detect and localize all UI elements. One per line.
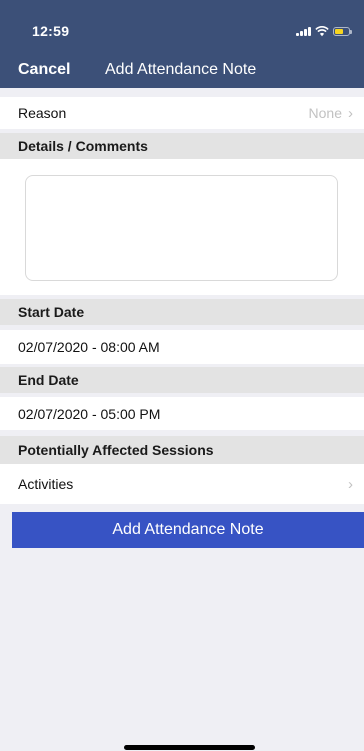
chevron-right-icon: › — [348, 104, 353, 122]
home-indicator — [124, 745, 255, 750]
start-date-header: Start Date — [0, 299, 364, 325]
signal-icon — [296, 26, 311, 36]
add-attendance-note-button[interactable]: Add Attendance Note — [12, 512, 364, 548]
end-date-value: 02/07/2020 - 05:00 PM — [18, 405, 161, 422]
start-date-row[interactable]: 02/07/2020 - 08:00 AM — [0, 330, 364, 364]
details-header: Details / Comments — [0, 133, 364, 159]
reason-row[interactable]: Reason None › — [0, 97, 364, 129]
cancel-button[interactable]: Cancel — [18, 61, 70, 79]
reason-value-text: None — [308, 105, 342, 121]
battery-icon — [333, 26, 352, 36]
activities-row[interactable]: Activities › — [0, 464, 364, 504]
end-date-row[interactable]: 02/07/2020 - 05:00 PM — [0, 397, 364, 430]
reason-label: Reason — [18, 105, 67, 121]
start-date-value: 02/07/2020 - 08:00 AM — [18, 339, 160, 355]
status-icons — [296, 24, 352, 38]
navigation-bar: 12:59 Cancel Add Attendance Note — [0, 0, 364, 88]
sessions-header: Potentially Affected Sessions — [0, 436, 364, 464]
details-comments-input[interactable] — [25, 175, 338, 281]
wifi-icon — [315, 25, 329, 36]
end-date-header: End Date — [0, 367, 364, 393]
activities-label: Activities — [18, 476, 74, 492]
status-time: 12:59 — [32, 23, 70, 39]
chevron-right-icon: › — [348, 475, 353, 493]
reason-value: None › — [309, 105, 353, 122]
page-title: Add Attendance Note — [105, 61, 257, 78]
